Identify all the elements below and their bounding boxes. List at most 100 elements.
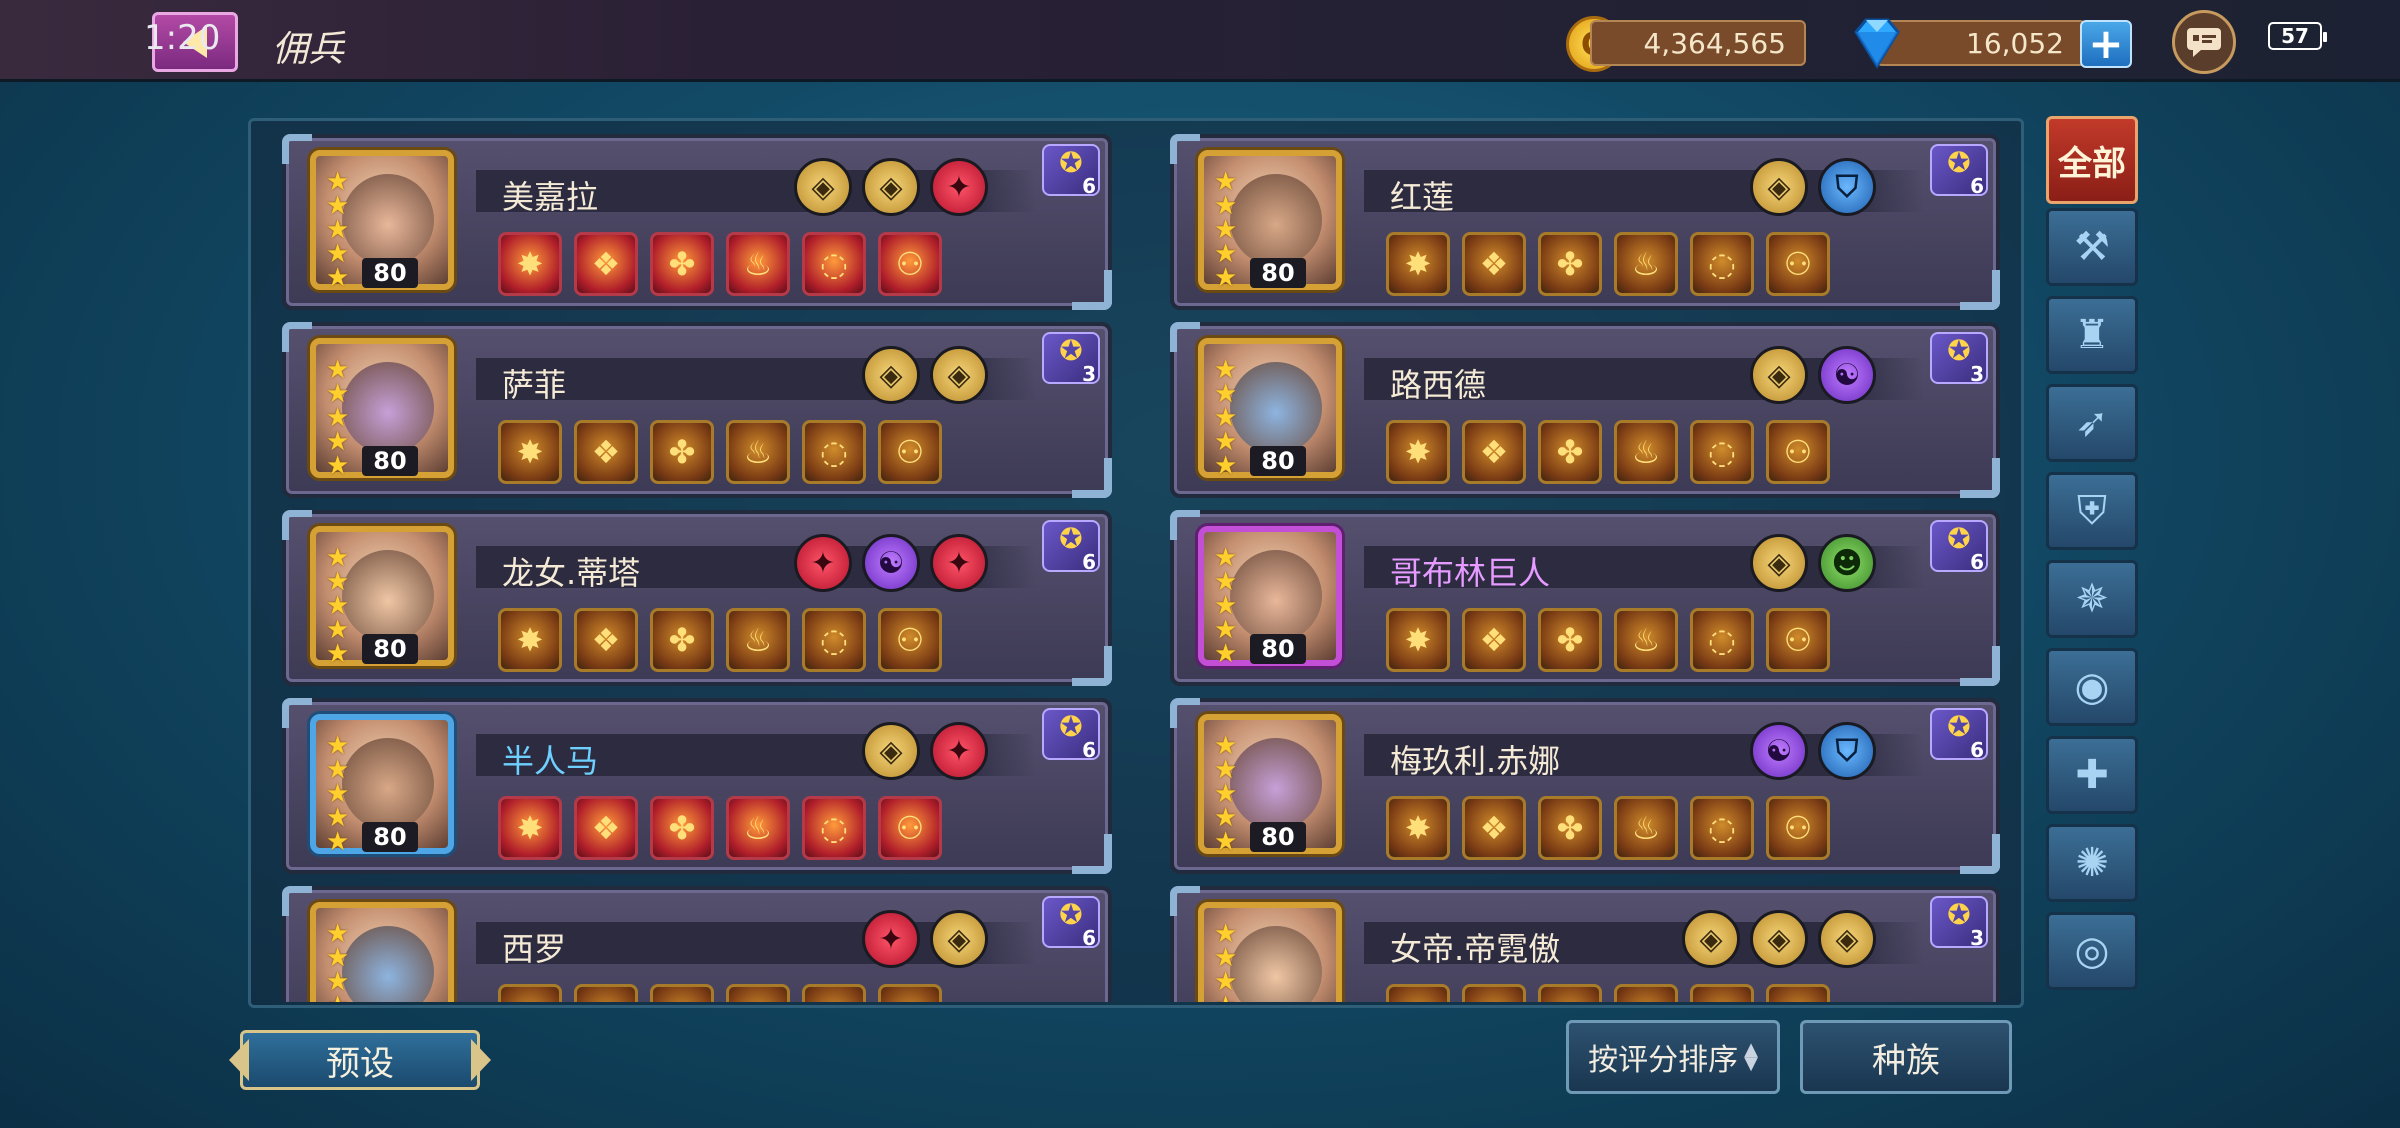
equipment-slot-icon[interactable]: ⚇ <box>1766 420 1830 484</box>
equipment-slot-icon[interactable]: ◌ <box>802 984 866 1002</box>
hero-card[interactable]: ★ ★ ★ ★ ★ 80 美嘉拉 ◈ ◈ ✦ ✪ 6 ✸ ❖ ✤ ♨ ◌ ⚇ <box>282 134 1112 310</box>
equipment-slot-icon[interactable]: ♨ <box>1614 420 1678 484</box>
filter-all-button[interactable]: 全部 <box>2046 116 2138 204</box>
equipment-slot-icon[interactable]: ❖ <box>1462 608 1526 672</box>
hero-portrait[interactable]: ★★★★★ <box>1198 902 1342 1002</box>
equipment-slot-icon[interactable]: ⚇ <box>878 796 942 860</box>
equipment-slot-icon[interactable]: ⚇ <box>1766 984 1830 1002</box>
equipment-slot-icon[interactable]: ✤ <box>1538 984 1602 1002</box>
hero-portrait[interactable]: ★ ★ ★ ★ ★ 80 <box>1198 526 1342 667</box>
hero-portrait[interactable]: ★ ★ ★ ★ ★ 80 <box>310 150 454 291</box>
hero-card[interactable]: ★★★★★ 西罗 ✦◈ ✪6 ✸ ❖ ✤ ♨ ◌ ⚇ <box>282 886 1112 1002</box>
add-gems-button[interactable]: + <box>2080 20 2132 68</box>
equipment-slot-icon[interactable]: ❖ <box>574 796 638 860</box>
hero-card[interactable]: ★ ★ ★ ★ ★ 80 路西德 ◈ ☯ ✪ 3 ✸ ❖ ✤ ♨ ◌ ⚇ <box>1170 322 2000 498</box>
race-filter-button[interactable]: 种族 <box>1800 1020 2012 1094</box>
equipment-slot-icon[interactable]: ❖ <box>1462 984 1526 1002</box>
equipment-slot-icon[interactable]: ✤ <box>650 796 714 860</box>
equipment-slot-icon[interactable]: ◌ <box>1690 984 1754 1002</box>
status-time: 1:20 <box>144 18 221 58</box>
equipment-slot-icon[interactable]: ✸ <box>498 420 562 484</box>
chat-button[interactable] <box>2172 10 2236 74</box>
hero-portrait[interactable]: ★ ★ ★ ★ ★ 80 <box>310 338 454 479</box>
equipment-slot-icon[interactable]: ❖ <box>1462 796 1526 860</box>
equipment-slot-icon[interactable]: ◌ <box>1690 796 1754 860</box>
hero-portrait[interactable]: ★ ★ ★ ★ ★ 80 <box>1198 338 1342 479</box>
equipment-slot-icon[interactable]: ◌ <box>1690 420 1754 484</box>
equipment-slot-icon[interactable]: ⚇ <box>878 420 942 484</box>
equipment-slot-icon[interactable]: ✸ <box>498 796 562 860</box>
filter-healer-button[interactable]: ✚ <box>2046 736 2138 814</box>
equipment-slot-icon[interactable]: ❖ <box>574 420 638 484</box>
filter-warrior-button[interactable]: ⚒ <box>2046 208 2138 286</box>
equipment-slot-icon[interactable]: ✤ <box>1538 796 1602 860</box>
trait-icon: ✦ <box>930 158 988 216</box>
hero-card[interactable]: ★ ★ ★ ★ ★ 80 萨菲 ◈ ◈ ✪ 3 ✸ ❖ ✤ ♨ ◌ ⚇ <box>282 322 1112 498</box>
equipment-slot-icon[interactable]: ❖ <box>1462 420 1526 484</box>
equipment-slot-icon[interactable]: ✤ <box>650 232 714 296</box>
equipment-slot-icon[interactable]: ♨ <box>1614 232 1678 296</box>
equipment-slot-icon[interactable]: ❖ <box>574 984 638 1002</box>
filter-other-button[interactable]: ◎ <box>2046 912 2138 990</box>
equipment-slot-icon[interactable]: ◌ <box>1690 232 1754 296</box>
filter-mage-button[interactable]: ♜ <box>2046 296 2138 374</box>
hero-portrait[interactable]: ★ ★ ★ ★ ★ 80 <box>310 526 454 667</box>
hero-list[interactable]: ★ ★ ★ ★ ★ 80 美嘉拉 ◈ ◈ ✦ ✪ 6 ✸ ❖ ✤ ♨ ◌ ⚇ ★ ★ ★ ★ ★ 80 红莲 ◈ ⛉ ✪ 6 ✸ ❖ ✤ ♨ ◌ ⚇… <box>282 134 2002 1002</box>
equipment-slot-icon[interactable]: ⚇ <box>878 608 942 672</box>
equipment-slot-icon[interactable]: ❖ <box>1462 232 1526 296</box>
equipment-slot-icon[interactable]: ⚇ <box>1766 796 1830 860</box>
hero-portrait[interactable]: ★★★★★ <box>310 902 454 1002</box>
hero-card[interactable]: ★ ★ ★ ★ ★ 80 半人马 ◈ ✦ ✪ 6 ✸ ❖ ✤ ♨ ◌ ⚇ <box>282 698 1112 874</box>
equipment-slot-icon[interactable]: ✤ <box>650 608 714 672</box>
equipment-slot-icon[interactable]: ♨ <box>1614 796 1678 860</box>
equipment-slot-icon[interactable]: ◌ <box>1690 608 1754 672</box>
filter-tank-button[interactable]: ⛨ <box>2046 472 2138 550</box>
equipment-slot-icon[interactable]: ♨ <box>726 232 790 296</box>
equipment-slot-icon[interactable]: ◌ <box>802 608 866 672</box>
gold-amount: 4,364,565 <box>1590 20 1806 66</box>
filter-archer-button[interactable]: ➶ <box>2046 384 2138 462</box>
equipment-slot-icon[interactable]: ✸ <box>1386 796 1450 860</box>
preset-button[interactable]: 预设 <box>240 1030 480 1090</box>
equipment-slot-icon[interactable]: ✸ <box>498 608 562 672</box>
equipment-slot-icon[interactable]: ♨ <box>726 420 790 484</box>
equipment-slot-icon[interactable]: ♨ <box>726 796 790 860</box>
equipment-slot-icon[interactable]: ♨ <box>1614 984 1678 1002</box>
equipment-slot-icon[interactable]: ◌ <box>802 796 866 860</box>
equipment-slot-icon[interactable]: ✸ <box>1386 420 1450 484</box>
equipment-slot-icon[interactable]: ✤ <box>650 984 714 1002</box>
equipment-slot-icon[interactable]: ⚇ <box>1766 608 1830 672</box>
hero-card[interactable]: ★ ★ ★ ★ ★ 80 哥布林巨人 ◈ ☻ ✪ 6 ✸ ❖ ✤ ♨ ◌ ⚇ <box>1170 510 2000 686</box>
equipment-slot-icon[interactable]: ❖ <box>574 608 638 672</box>
equipment-slot-icon[interactable]: ✤ <box>1538 608 1602 672</box>
equipment-slot-icon[interactable]: ✸ <box>498 232 562 296</box>
equipment-slot-icon[interactable]: ♨ <box>1614 608 1678 672</box>
equipment-slot-icon[interactable]: ✸ <box>498 984 562 1002</box>
hero-card[interactable]: ★★★★★女帝.帝霓傲◈◈◈✪3✸❖✤♨◌⚇ <box>1170 886 2000 1002</box>
equipment-slot-icon[interactable]: ✤ <box>1538 420 1602 484</box>
equipment-slot-icon[interactable]: ✸ <box>1386 984 1450 1002</box>
hero-portrait[interactable]: ★ ★ ★ ★ ★ 80 <box>1198 714 1342 855</box>
equipment-slot-icon[interactable]: ◌ <box>802 420 866 484</box>
filter-assassin-button[interactable]: ✵ <box>2046 560 2138 638</box>
equipment-slot-icon[interactable]: ♨ <box>726 984 790 1002</box>
hero-portrait[interactable]: ★ ★ ★ ★ ★ 80 <box>310 714 454 855</box>
hero-portrait[interactable]: ★ ★ ★ ★ ★ 80 <box>1198 150 1342 291</box>
hero-card[interactable]: ★ ★ ★ ★ ★ 80 红莲 ◈ ⛉ ✪ 6 ✸ ❖ ✤ ♨ ◌ ⚇ <box>1170 134 2000 310</box>
filter-caster-button[interactable]: ✺ <box>2046 824 2138 902</box>
equipment-slot-icon[interactable]: ✸ <box>1386 232 1450 296</box>
hero-card[interactable]: ★ ★ ★ ★ ★ 80 梅玖利.赤娜 ☯ ⛉ ✪ 6 ✸ ❖ ✤ ♨ ◌ ⚇ <box>1170 698 2000 874</box>
equipment-slot-icon[interactable]: ✸ <box>1386 608 1450 672</box>
filter-support-button[interactable]: ◉ <box>2046 648 2138 726</box>
equipment-slot-icon[interactable]: ⚇ <box>878 232 942 296</box>
class-icon: ✪ <box>1947 146 1971 179</box>
equipment-slot-icon[interactable]: ◌ <box>802 232 866 296</box>
equipment-slot-icon[interactable]: ✤ <box>650 420 714 484</box>
hero-card[interactable]: ★ ★ ★ ★ ★ 80 龙女.蒂塔 ✦ ☯ ✦ ✪ 6 ✸ ❖ ✤ ♨ ◌ ⚇ <box>282 510 1112 686</box>
equipment-slot-icon[interactable]: ❖ <box>574 232 638 296</box>
equipment-slot-icon[interactable]: ⚇ <box>1766 232 1830 296</box>
equipment-slot-icon[interactable]: ⚇ <box>878 984 942 1002</box>
sort-by-rating-button[interactable]: 按评分排序 ▲ ▼ <box>1566 1020 1780 1094</box>
equipment-slot-icon[interactable]: ♨ <box>726 608 790 672</box>
equipment-slot-icon[interactable]: ✤ <box>1538 232 1602 296</box>
